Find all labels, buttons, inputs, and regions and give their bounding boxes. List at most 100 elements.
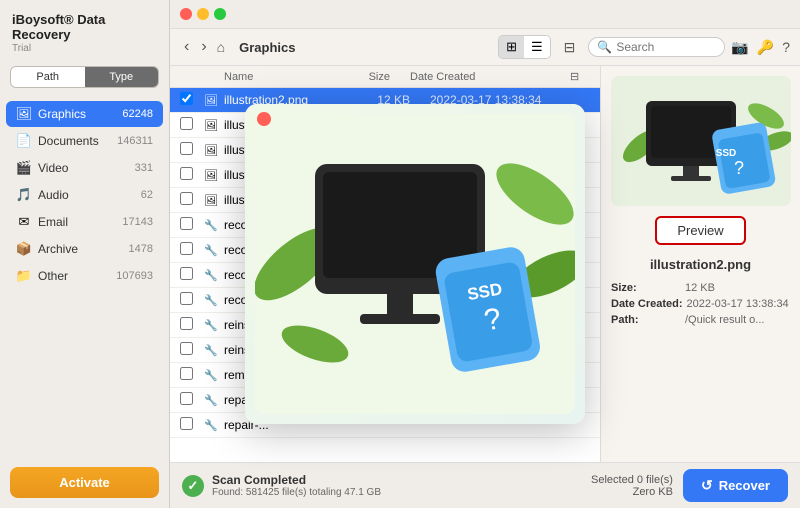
back-button[interactable]: ‹	[180, 36, 193, 58]
svg-text:?: ?	[733, 158, 743, 178]
help-button[interactable]: ?	[782, 39, 790, 56]
checkbox-2[interactable]	[180, 142, 193, 155]
checkbox-1[interactable]	[180, 117, 193, 130]
audio-label: Audio	[38, 188, 141, 202]
video-icon: 🎬	[16, 160, 32, 176]
filter-button[interactable]: ⊟	[557, 36, 583, 59]
row-checkbox-1[interactable]	[180, 117, 204, 133]
preview-button[interactable]: Preview	[655, 216, 745, 245]
other-count: 107693	[116, 270, 153, 282]
home-button[interactable]: ⌂	[217, 39, 225, 55]
sidebar-item-email[interactable]: ✉ Email 17143	[6, 209, 163, 235]
checkbox-6[interactable]	[180, 242, 193, 255]
recover-icon: ↺	[701, 477, 713, 494]
documents-icon: 📄	[16, 133, 32, 149]
search-input[interactable]	[616, 40, 716, 54]
graphics-count: 62248	[122, 108, 153, 120]
row-checkbox-2[interactable]	[180, 142, 204, 158]
email-label: Email	[38, 215, 122, 229]
row-checkbox-7[interactable]	[180, 267, 204, 283]
tab-bar: Path Type	[10, 66, 159, 88]
row-checkbox-8[interactable]	[180, 292, 204, 308]
selected-size-text: Zero KB	[591, 486, 673, 498]
popup-overlay: ? SSD	[220, 70, 610, 458]
sidebar-item-documents[interactable]: 📄 Documents 146311	[6, 128, 163, 154]
meta-path-value: /Quick result o...	[685, 314, 764, 326]
other-label: Other	[38, 269, 116, 283]
audio-icon: 🎵	[16, 187, 32, 203]
checkbox-4[interactable]	[180, 192, 193, 205]
status-check-icon: ✓	[182, 475, 204, 497]
status-text-block: Scan Completed Found: 581425 file(s) tot…	[212, 473, 381, 498]
checkbox-10[interactable]	[180, 342, 193, 355]
checkbox-3[interactable]	[180, 167, 193, 180]
main-content: ‹ › ⌂ Graphics ⊞ ☰ ⊟ 🔍 📷 🔑 ? Name Size	[170, 0, 800, 508]
sidebar-item-video[interactable]: 🎬 Video 331	[6, 155, 163, 181]
camera-button[interactable]: 📷	[731, 39, 748, 56]
activate-button[interactable]: Activate	[10, 467, 159, 498]
meta-size-value: 12 KB	[685, 282, 715, 294]
key-button[interactable]: 🔑	[757, 39, 774, 56]
preview-meta: Size: 12 KB Date Created: 2022-03-17 13:…	[611, 282, 790, 330]
checkbox-0[interactable]	[180, 92, 193, 105]
preview-thumbnail: ? SSD	[611, 76, 791, 206]
email-count: 17143	[122, 216, 153, 228]
row-checkbox-4[interactable]	[180, 192, 204, 208]
selected-info: Selected 0 file(s) Zero KB	[591, 474, 673, 498]
scan-status: ✓ Scan Completed Found: 581425 file(s) t…	[182, 473, 581, 498]
sidebar-item-archive[interactable]: 📦 Archive 1478	[6, 236, 163, 262]
sidebar: iBoysoft® Data Recovery Trial Path Type …	[0, 0, 170, 508]
sidebar-header: iBoysoft® Data Recovery Trial	[0, 0, 169, 58]
sidebar-items: 🖼 Graphics 62248 📄 Documents 146311 🎬 Vi…	[0, 96, 169, 457]
toolbar-views: ⊞ ☰	[498, 35, 551, 59]
tab-type[interactable]: Type	[85, 67, 159, 87]
close-dot[interactable]	[180, 8, 192, 20]
grid-view-button[interactable]: ⊞	[499, 36, 524, 58]
email-icon: ✉	[16, 214, 32, 230]
toolbar: ‹ › ⌂ Graphics ⊞ ☰ ⊟ 🔍 📷 🔑 ?	[170, 29, 800, 66]
sidebar-item-other[interactable]: 📁 Other 107693	[6, 263, 163, 289]
popup-close-button[interactable]	[257, 112, 271, 126]
toolbar-right-icons: 📷 🔑 ?	[731, 39, 790, 56]
row-checkbox-6[interactable]	[180, 242, 204, 258]
sidebar-item-audio[interactable]: 🎵 Audio 62	[6, 182, 163, 208]
row-checkbox-13[interactable]	[180, 417, 204, 433]
row-checkbox-9[interactable]	[180, 317, 204, 333]
preview-image-container: ? SSD	[611, 76, 791, 206]
popup-image: ? SSD	[245, 104, 585, 424]
checkbox-13[interactable]	[180, 417, 193, 430]
meta-size-row: Size: 12 KB	[611, 282, 790, 294]
video-label: Video	[38, 161, 135, 175]
row-checkbox-3[interactable]	[180, 167, 204, 183]
sidebar-footer: Activate	[0, 457, 169, 508]
maximize-dot[interactable]	[214, 8, 226, 20]
archive-icon: 📦	[16, 241, 32, 257]
popup-illustration: ? SSD	[255, 114, 575, 414]
documents-count: 146311	[117, 135, 153, 147]
list-view-button[interactable]: ☰	[524, 36, 550, 58]
checkbox-5[interactable]	[180, 217, 193, 230]
toolbar-nav: ‹ ›	[180, 36, 211, 58]
sidebar-item-graphics[interactable]: 🖼 Graphics 62248	[6, 101, 163, 127]
recover-button[interactable]: ↺ Recover	[683, 469, 788, 502]
checkbox-11[interactable]	[180, 367, 193, 380]
row-checkbox-12[interactable]	[180, 392, 204, 408]
checkbox-12[interactable]	[180, 392, 193, 405]
preview-panel: ? SSD Preview illustration2.png Size: 12…	[600, 66, 800, 462]
search-icon: 🔍	[597, 40, 612, 54]
meta-date-label: Date Created:	[611, 298, 683, 310]
documents-label: Documents	[38, 134, 117, 148]
checkbox-7[interactable]	[180, 267, 193, 280]
row-checkbox-11[interactable]	[180, 367, 204, 383]
row-checkbox-5[interactable]	[180, 217, 204, 233]
tab-path[interactable]: Path	[11, 67, 85, 87]
row-checkbox-10[interactable]	[180, 342, 204, 358]
graphics-icon: 🖼	[16, 106, 32, 122]
audio-count: 62	[141, 189, 153, 201]
row-checkbox-0[interactable]	[180, 92, 204, 108]
forward-button[interactable]: ›	[197, 36, 210, 58]
checkbox-8[interactable]	[180, 292, 193, 305]
meta-size-label: Size:	[611, 282, 681, 294]
minimize-dot[interactable]	[197, 8, 209, 20]
checkbox-9[interactable]	[180, 317, 193, 330]
